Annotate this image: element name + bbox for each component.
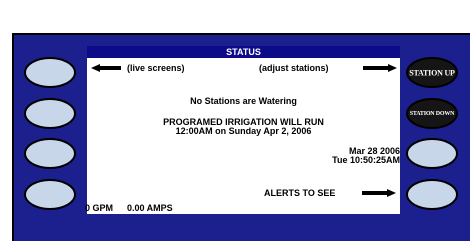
screen-title: STATUS: [87, 46, 400, 58]
adjust-stations-label: (adjust stations): [259, 63, 329, 73]
right-softkey-3[interactable]: [406, 138, 458, 169]
current-time: Tue 10:50:25AM: [332, 155, 400, 165]
station-up-button[interactable]: STATION UP: [406, 57, 458, 88]
right-softkey-4[interactable]: [406, 179, 458, 210]
live-screens-label: (live screens): [127, 63, 185, 73]
left-softkey-3[interactable]: [24, 138, 76, 169]
station-up-label: STATION UP: [409, 68, 455, 77]
alerts-arrow-icon: [362, 189, 396, 197]
station-down-label: STATION DOWN: [409, 110, 455, 117]
status-screen: STATUS (live screens) (adjust stations) …: [85, 46, 400, 214]
alerts-label: ALERTS TO SEE: [264, 188, 336, 198]
programmed-irrigation-line2: 12:00AM on Sunday Apr 2, 2006: [175, 126, 312, 136]
current-amps: 0.00 AMPS: [127, 203, 173, 213]
station-down-button[interactable]: STATION DOWN: [406, 98, 458, 129]
left-softkey-2[interactable]: [24, 98, 76, 129]
left-softkey-1[interactable]: [24, 57, 76, 88]
arrow-right-icon: [363, 64, 397, 72]
flow-gpm: 0 GPM: [85, 203, 114, 213]
left-softkey-4[interactable]: [24, 179, 76, 210]
arrow-left-icon: [91, 64, 121, 72]
no-stations-message: No Stations are Watering: [190, 96, 297, 106]
